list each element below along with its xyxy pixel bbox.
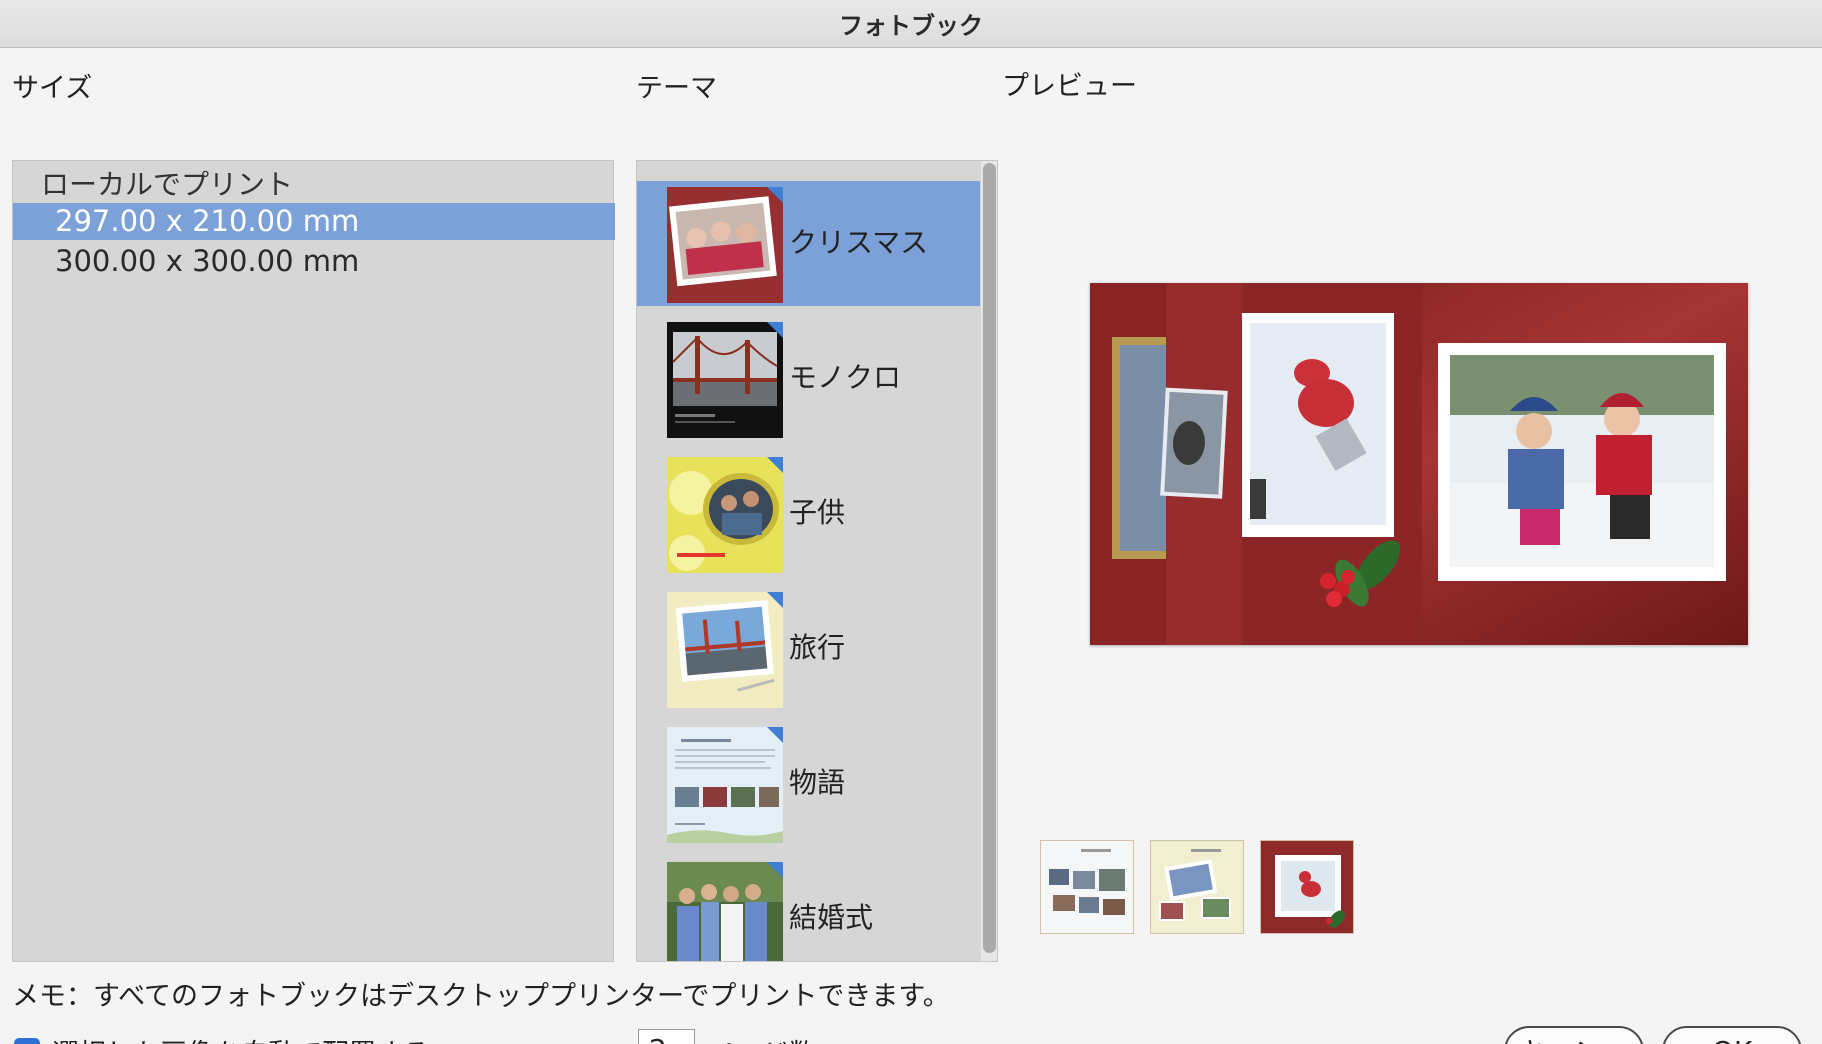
- preview-image: [1090, 283, 1748, 645]
- auto-place-label[interactable]: 選択した画像を自動で配置する: [52, 1032, 430, 1044]
- theme-item-monochrome[interactable]: モノクロ: [637, 316, 980, 441]
- memo-text: メモ：すべてのフォトブックはデスクトッププリンターでプリントできます。: [12, 981, 950, 1012]
- page-count-field[interactable]: 2: [638, 1029, 695, 1044]
- preview-label: プレビュー: [1002, 71, 1137, 102]
- ok-button[interactable]: OK: [1662, 1026, 1802, 1044]
- theme-list[interactable]: クリスマス モノクロ 子供 旅行 物語 結婚式: [636, 160, 998, 962]
- theme-item-kids[interactable]: 子供: [637, 451, 980, 576]
- theme-label-travel: 旅行: [789, 631, 846, 664]
- size-list[interactable]: ローカルでプリント 297.00 x 210.00 mm 300.00 x 30…: [12, 160, 615, 962]
- travel-thumbnail: [667, 592, 783, 708]
- monochrome-thumbnail: [667, 322, 783, 438]
- wedding-thumbnail: [667, 862, 783, 961]
- theme-item-wedding[interactable]: 結婚式: [637, 856, 980, 961]
- theme-label-wedding: 結婚式: [789, 901, 874, 934]
- theme-label-story: 物語: [789, 766, 846, 799]
- page-count-label: ページ数: [708, 1032, 815, 1044]
- scrollbar-thumb[interactable]: [983, 163, 996, 953]
- preview-thumbnail-3[interactable]: [1260, 840, 1354, 934]
- theme-item-christmas[interactable]: クリスマス: [637, 181, 980, 306]
- theme-label-christmas: クリスマス: [789, 226, 929, 259]
- theme-item-story[interactable]: 物語: [637, 721, 980, 846]
- theme-label: テーマ: [636, 73, 717, 104]
- story-thumbnail: [667, 727, 783, 843]
- title-bar: フォトブック: [0, 0, 1822, 48]
- photobook-dialog: サイズ テーマ プレビュー ローカルでプリント 297.00 x 210.00 …: [0, 48, 1822, 1044]
- theme-item-travel[interactable]: 旅行: [637, 586, 980, 711]
- size-group-header: ローカルでプリント: [41, 168, 294, 201]
- size-label: サイズ: [12, 73, 93, 104]
- window-title: フォトブック: [839, 12, 983, 40]
- preview-thumbnail-2[interactable]: [1150, 840, 1244, 934]
- size-option-300x300[interactable]: 300.00 x 300.00 mm: [13, 243, 615, 280]
- theme-label-kids: 子供: [789, 496, 846, 529]
- auto-place-checkbox[interactable]: [14, 1038, 40, 1044]
- preview-thumbnail-1[interactable]: [1040, 840, 1134, 934]
- cancel-button[interactable]: キャン…: [1504, 1026, 1644, 1044]
- christmas-thumbnail: [667, 187, 783, 303]
- theme-label-monochrome: モノクロ: [789, 361, 902, 394]
- kids-thumbnail: [667, 457, 783, 573]
- size-option-297x210[interactable]: 297.00 x 210.00 mm: [13, 203, 615, 240]
- theme-list-scrollbar[interactable]: [981, 161, 997, 961]
